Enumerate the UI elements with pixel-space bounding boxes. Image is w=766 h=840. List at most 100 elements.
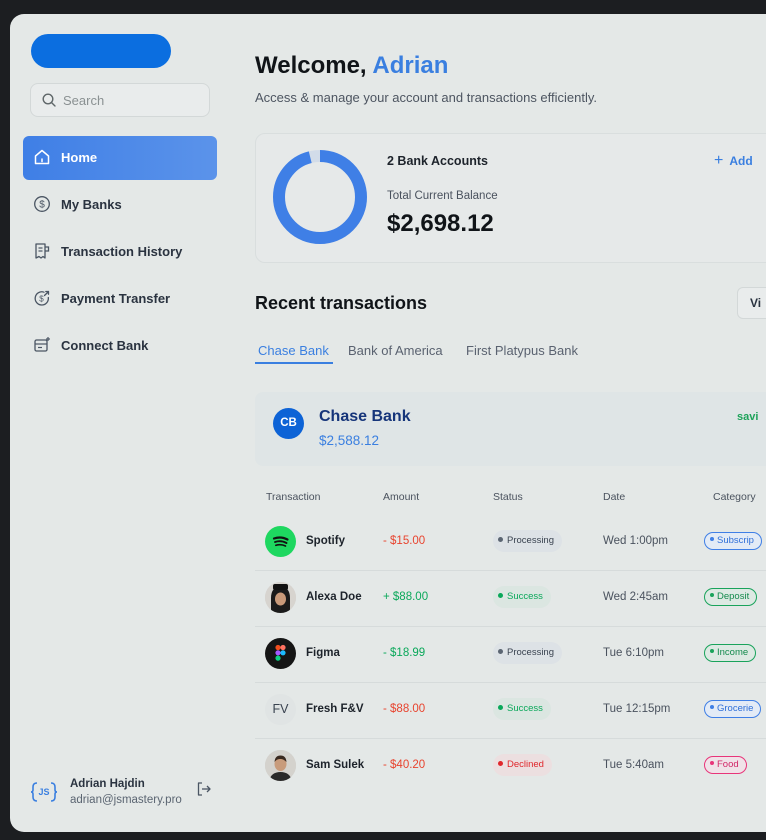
category-badge: Income <box>704 644 757 662</box>
status-badge: Processing <box>493 642 562 664</box>
column-header-amount: Amount <box>383 491 420 503</box>
sidebar-item-connect-bank[interactable]: Connect Bank <box>23 324 217 368</box>
table-row[interactable]: FV Fresh F&V - $88.00 Success Tue 12:15p… <box>255 682 766 739</box>
sidebar-item-payment-transfer[interactable]: $ Payment Transfer <box>23 277 217 321</box>
transaction-amount: + $88.00 <box>383 591 429 603</box>
spotify-icon <box>265 526 296 557</box>
account-type-badge: savi <box>737 411 759 423</box>
transaction-date: Tue 5:40am <box>603 759 664 771</box>
search-icon <box>42 93 56 107</box>
sidebar-item-home[interactable]: Home <box>23 136 217 180</box>
status-dot <box>498 536 503 542</box>
total-balance-label: Total Current Balance <box>387 190 498 202</box>
welcome-prefix: Welcome, <box>255 52 367 79</box>
status-badge: Success <box>493 586 551 608</box>
recent-transactions-title: Recent transactions <box>255 293 428 313</box>
tab-first-platypus-bank[interactable]: First Platypus Bank <box>466 343 578 358</box>
transaction-name: Sam Sulek <box>306 759 365 771</box>
category-badge: Grocerie <box>704 700 762 718</box>
add-bank-button[interactable]: + Add <box>714 152 753 170</box>
category-dot <box>710 705 714 710</box>
page-subtitle: Access & manage your account and transac… <box>255 90 598 105</box>
bank-accounts-count: 2 Bank Accounts <box>387 154 488 168</box>
status-dot <box>498 760 503 766</box>
user-name: Adrian Hajdin <box>70 778 145 790</box>
dollar-circle-icon: $ <box>34 196 50 212</box>
column-header-transaction: Transaction <box>266 491 321 503</box>
status-dot <box>498 592 503 598</box>
bank-balance: $2,588.12 <box>319 433 380 448</box>
category-dot <box>710 761 714 766</box>
merchant-initials: FV <box>265 694 296 725</box>
transaction-date: Tue 6:10pm <box>603 647 664 659</box>
category-label: Deposit <box>717 591 750 602</box>
sidebar-item-my-banks[interactable]: $ My Banks <box>23 183 217 227</box>
search-input[interactable]: Search <box>30 83 210 117</box>
status-label: Success <box>507 591 543 602</box>
status-label: Declined <box>507 759 544 770</box>
category-badge: Deposit <box>704 588 758 606</box>
category-dot <box>710 593 714 598</box>
logout-icon[interactable] <box>196 781 212 797</box>
sidebar-item-label: Transaction History <box>61 244 183 259</box>
figma-icon <box>265 638 296 669</box>
transaction-date: Wed 1:00pm <box>603 535 668 547</box>
transaction-date: Tue 12:15pm <box>603 703 671 715</box>
table-row[interactable]: Spotify - $15.00 Processing Wed 1:00pm S… <box>255 514 766 571</box>
avatar <box>265 582 296 613</box>
status-badge: Success <box>493 698 551 720</box>
user-email: adrian@jsmastery.pro <box>70 794 182 806</box>
table-row[interactable]: Alexa Doe + $88.00 Success Wed 2:45am De… <box>255 570 766 627</box>
tab-bank-of-america[interactable]: Bank of America <box>348 343 443 358</box>
donut-segment <box>273 150 367 244</box>
sidebar-item-label: Home <box>61 150 98 165</box>
status-label: Processing <box>507 647 554 658</box>
transaction-name: Fresh F&V <box>306 703 364 715</box>
status-badge: Declined <box>493 754 552 776</box>
transaction-date: Wed 2:45am <box>603 591 668 603</box>
sidebar-item-label: Payment Transfer <box>61 291 171 306</box>
status-label: Processing <box>507 535 554 546</box>
svg-text:$: $ <box>39 295 44 304</box>
sidebar-item-label: My Banks <box>61 197 122 212</box>
plus-icon: + <box>714 152 724 169</box>
table-row[interactable]: Figma - $18.99 Processing Tue 6:10pm Inc… <box>255 626 766 683</box>
category-badge: Food <box>704 756 747 774</box>
balance-donut-chart <box>273 150 367 244</box>
status-label: Success <box>507 703 543 714</box>
logo[interactable] <box>31 34 171 68</box>
home-icon <box>34 149 50 165</box>
total-balance-amount: $2,698.12 <box>387 210 494 237</box>
app-window: Search Home $ My Banks Transaction Histo… <box>10 14 766 832</box>
transaction-name: Spotify <box>306 535 345 547</box>
add-bank-label: Add <box>729 154 753 168</box>
sidebar-item-transaction-history[interactable]: Transaction History <box>23 230 217 274</box>
welcome-name: Adrian <box>372 52 449 79</box>
category-label: Food <box>717 759 739 770</box>
transaction-amount: - $88.00 <box>383 703 426 715</box>
category-dot <box>710 649 714 654</box>
tab-chase-bank[interactable]: Chase Bank <box>258 343 329 358</box>
column-header-status: Status <box>493 491 523 503</box>
status-badge: Processing <box>493 530 562 552</box>
transaction-amount: - $18.99 <box>383 647 426 659</box>
bank-info-card: CB Chase Bank $2,588.12 savi <box>255 392 766 466</box>
transaction-amount: - $40.20 <box>383 759 426 771</box>
category-label: Subscrip <box>717 535 754 546</box>
svg-text:JS: JS <box>38 787 49 797</box>
connect-bank-icon <box>34 337 50 352</box>
active-tab-indicator <box>255 362 333 364</box>
status-dot <box>498 704 503 710</box>
view-all-button[interactable]: Vi <box>737 287 766 319</box>
svg-text:$: $ <box>39 200 45 211</box>
bank-name: Chase Bank <box>319 408 411 425</box>
sidebar-item-label: Connect Bank <box>61 338 149 353</box>
search-placeholder: Search <box>63 93 105 108</box>
avatar <box>265 750 296 781</box>
category-dot <box>710 537 714 542</box>
page-title: Welcome, Adrian <box>255 52 448 80</box>
transfer-icon: $ <box>34 290 50 306</box>
column-header-category: Category <box>713 491 756 503</box>
receipt-icon <box>35 243 50 259</box>
table-row[interactable]: Sam Sulek - $40.20 Declined Tue 5:40am F… <box>255 738 766 794</box>
